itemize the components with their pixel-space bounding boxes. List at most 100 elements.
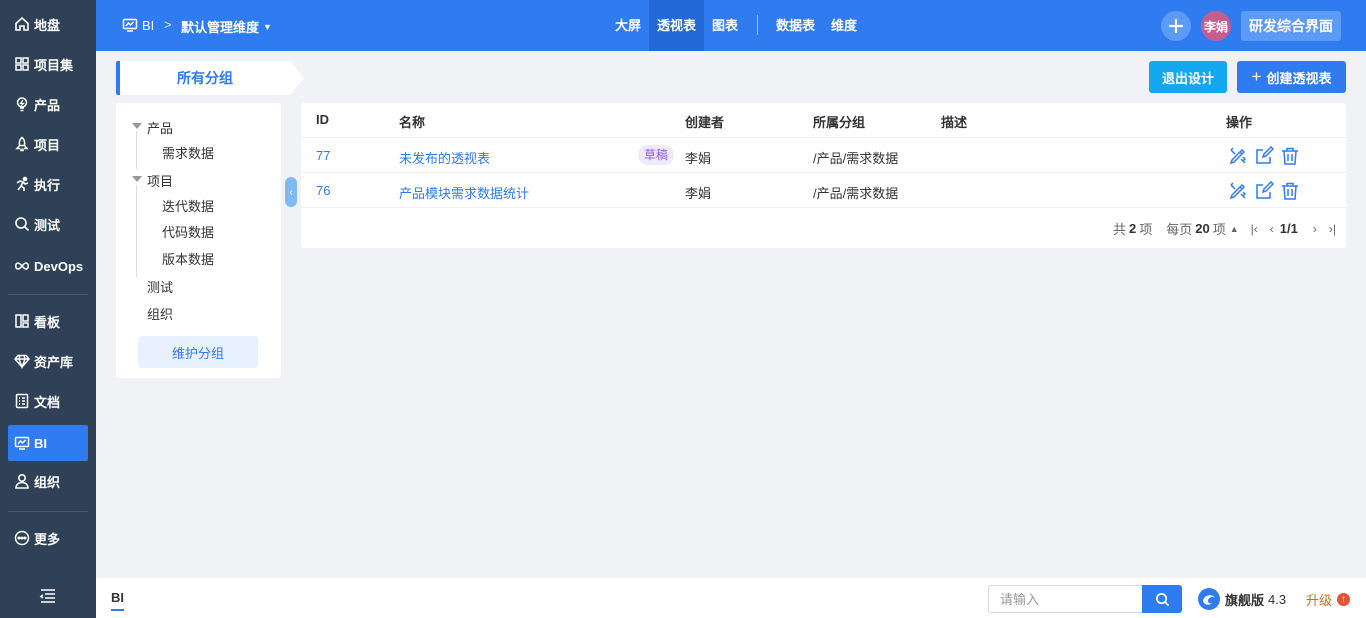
- avatar[interactable]: 李娟: [1201, 11, 1231, 41]
- sidebar-item-project[interactable]: 项目: [8, 126, 88, 162]
- row-name[interactable]: 产品模块需求数据统计: [399, 183, 529, 202]
- tree-node-project[interactable]: 项目: [132, 171, 174, 190]
- bottom-tab-bi[interactable]: BI: [111, 590, 124, 605]
- tree-node-iteration-data[interactable]: 迭代数据: [162, 196, 214, 215]
- per-page-count: 20: [1195, 221, 1210, 236]
- table-row: 77 未发布的透视表 草稿 李娟 /产品/需求数据: [301, 137, 1346, 172]
- header-module[interactable]: BI: [122, 17, 154, 33]
- edit-icon[interactable]: [1254, 181, 1274, 201]
- dimension-dropdown[interactable]: 默认管理维度 ▼: [181, 17, 272, 36]
- row-id[interactable]: 76: [316, 183, 330, 198]
- delete-icon[interactable]: [1280, 181, 1300, 201]
- sidebar-item-label: BI: [34, 435, 47, 451]
- sidebar-item-devops[interactable]: DevOps: [8, 248, 88, 284]
- tree-node-test[interactable]: 测试: [147, 277, 173, 296]
- row-id[interactable]: 77: [316, 148, 330, 163]
- dimension-label: 默认管理维度: [181, 20, 260, 35]
- plus-icon: +: [1251, 67, 1262, 86]
- pivot-table-list: ID 名称 创建者 所属分组 描述 操作 77 未发布的透视表 草稿 李娟 /产…: [301, 103, 1346, 248]
- sidebar-item-label: 执行: [34, 177, 61, 193]
- sidebar-item-home[interactable]: 地盘: [8, 6, 88, 42]
- tree-node-product[interactable]: 产品: [132, 118, 174, 137]
- nav-screen[interactable]: 大屏: [607, 0, 649, 51]
- sidebar-item-docs[interactable]: 文档: [8, 383, 88, 419]
- group-tab-arrow: [290, 61, 304, 95]
- row-group: /产品/需求数据: [813, 151, 899, 166]
- delete-icon[interactable]: [1280, 146, 1300, 166]
- sidebar-item-label: 地盘: [34, 17, 61, 33]
- sidebar-item-execution[interactable]: 执行: [8, 166, 88, 202]
- create-pivot-button[interactable]: + 创建透视表: [1237, 61, 1346, 93]
- row-group: /产品/需求数据: [813, 186, 899, 201]
- runner-icon: [14, 176, 30, 192]
- column-header-group[interactable]: 所属分组: [813, 112, 865, 131]
- top-header: BI > 默认管理维度 ▼ 大屏 透视表 图表 数据表 维度 李娟 研发综合界面: [96, 0, 1366, 51]
- row-creator: 李娟: [685, 151, 712, 166]
- grid-icon: [14, 56, 30, 72]
- sidebar: 地盘 项目集 产品 项目 执行 测试 DevOps 看板 资产库 文档 BI 组…: [0, 0, 96, 618]
- caret-down-icon: [132, 123, 142, 129]
- column-header-creator[interactable]: 创建者: [685, 112, 724, 131]
- sidebar-item-org[interactable]: 组织: [8, 463, 88, 499]
- nav-divider: [757, 15, 758, 35]
- tree-node-release-data[interactable]: 版本数据: [162, 249, 214, 268]
- nav-dimension[interactable]: 维度: [823, 0, 865, 51]
- sidebar-item-test[interactable]: 测试: [8, 206, 88, 242]
- zentao-logo-icon: [1198, 588, 1220, 610]
- upgrade-label: 升级: [1306, 593, 1333, 608]
- prev-page-icon[interactable]: ‹: [1270, 222, 1274, 236]
- caret-up-icon: ▲: [1229, 223, 1239, 234]
- exit-design-button[interactable]: 退出设计: [1149, 61, 1227, 93]
- tree-node-label: 项目: [147, 174, 174, 189]
- sidebar-item-product[interactable]: 产品: [8, 86, 88, 122]
- search-button[interactable]: [1142, 585, 1182, 613]
- sidebar-item-programs[interactable]: 项目集: [8, 46, 88, 82]
- per-page-suffix: 项: [1212, 222, 1226, 237]
- total-count: 2: [1129, 221, 1137, 236]
- search-input[interactable]: [988, 585, 1143, 613]
- column-header-actions: 操作: [1226, 115, 1253, 130]
- sidebar-item-label: 项目集: [34, 57, 74, 73]
- tree-node-code-data[interactable]: 代码数据: [162, 222, 214, 241]
- tree-node-label: 产品: [147, 121, 174, 136]
- rocket-icon: [14, 136, 30, 152]
- edit-icon[interactable]: [1254, 146, 1274, 166]
- design-icon[interactable]: [1228, 181, 1248, 201]
- tree-node-org[interactable]: 组织: [147, 304, 173, 323]
- edition-version: 4.3: [1268, 591, 1287, 607]
- quick-create-button[interactable]: [1161, 11, 1191, 41]
- sidebar-item-label: 资产库: [34, 354, 74, 370]
- upgrade-button[interactable]: 升级 ↑: [1306, 590, 1351, 609]
- sidebar-item-kanban[interactable]: 看板: [8, 303, 88, 339]
- kanban-icon: [14, 313, 30, 329]
- column-header-id[interactable]: ID: [316, 112, 329, 127]
- edition-info[interactable]: 旗舰版 4.3: [1197, 587, 1286, 611]
- maintain-group-button[interactable]: 维护分组: [138, 336, 258, 368]
- search-icon: [1155, 592, 1169, 606]
- page-indicator: 1/1: [1279, 221, 1298, 236]
- nav-datatable[interactable]: 数据表: [768, 0, 823, 51]
- first-page-icon[interactable]: |‹: [1251, 222, 1258, 236]
- more-dots-icon: [14, 530, 30, 546]
- column-header-name[interactable]: 名称: [399, 112, 425, 131]
- sidebar-item-assets[interactable]: 资产库: [8, 343, 88, 379]
- edition-name: 旗舰版: [1225, 592, 1265, 608]
- sidebar-item-bi[interactable]: BI: [8, 425, 88, 461]
- row-name[interactable]: 未发布的透视表: [399, 148, 490, 167]
- header-module-label: BI: [142, 17, 155, 33]
- sidebar-collapse-icon[interactable]: [38, 586, 58, 606]
- per-page-selector[interactable]: 每页 20 项 ▲: [1166, 219, 1238, 238]
- design-icon[interactable]: [1228, 146, 1248, 166]
- next-page-icon[interactable]: ›: [1313, 222, 1317, 236]
- nav-chart[interactable]: 图表: [704, 0, 746, 51]
- last-page-icon[interactable]: ›|: [1329, 222, 1336, 236]
- sidebar-item-more[interactable]: 更多: [8, 520, 88, 556]
- row-actions: [1228, 146, 1300, 166]
- search-bug-icon: [14, 216, 30, 232]
- tree-collapse-handle[interactable]: ‹: [285, 177, 297, 207]
- group-tab-all[interactable]: 所有分组: [116, 61, 290, 95]
- sidebar-item-label: 产品: [34, 97, 61, 113]
- app-switch-button[interactable]: 研发综合界面: [1241, 11, 1341, 41]
- nav-pivot[interactable]: 透视表: [649, 0, 705, 51]
- tree-node-story-data[interactable]: 需求数据: [162, 143, 214, 162]
